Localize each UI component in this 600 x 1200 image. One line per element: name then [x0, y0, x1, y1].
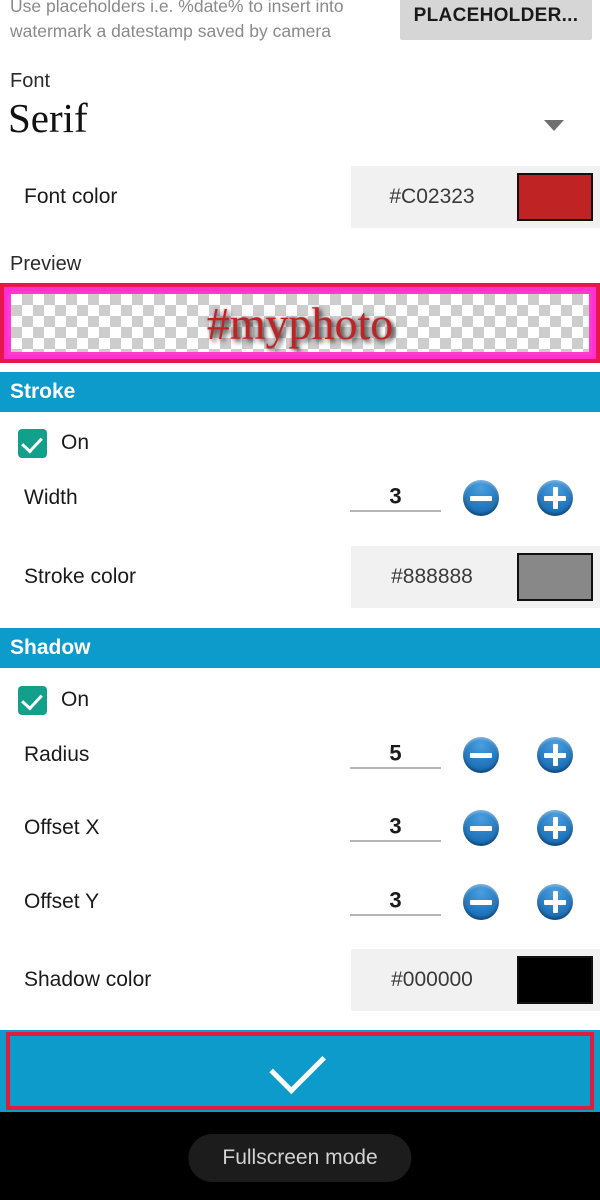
placeholder-hint-text: Use placeholders i.e. %date% to insert i… [10, 0, 344, 41]
transparency-checkerboard: #myphoto [11, 294, 589, 352]
stroke-section-header: Stroke [0, 372, 600, 412]
shadow-radius-value: 5 [389, 740, 402, 766]
input-underline [350, 510, 441, 512]
shadow-offset-x-decrement-button[interactable] [463, 810, 499, 846]
minus-icon [470, 752, 492, 758]
plus-icon-vertical [552, 891, 558, 913]
confirm-bar [0, 1030, 600, 1112]
shadow-offset-y-increment-button[interactable] [537, 884, 573, 920]
fullscreen-mode-toast: Fullscreen mode [188, 1134, 412, 1182]
confirm-button[interactable] [6, 1032, 594, 1110]
shadow-offset-y-input[interactable]: 3 [350, 887, 441, 916]
shadow-checkbox[interactable] [18, 685, 47, 715]
stroke-color-swatch[interactable] [517, 553, 593, 601]
shadow-section-title: Shadow [10, 636, 91, 659]
minus-icon [470, 825, 492, 831]
preview-inner-frame: #myphoto [8, 291, 592, 355]
input-underline [350, 767, 441, 769]
shadow-offset-x-label: Offset X [24, 816, 100, 839]
shadow-color-hex: #000000 [391, 968, 473, 991]
input-underline [350, 840, 441, 842]
stroke-width-row[interactable]: Width 3 [0, 470, 600, 526]
system-navigation-bar: Fullscreen mode [0, 1112, 600, 1200]
shadow-color-swatch[interactable] [517, 956, 593, 1004]
stroke-width-increment-button[interactable] [537, 480, 573, 516]
shadow-section-header: Shadow [0, 628, 600, 668]
placeholder-button[interactable]: PLACEHOLDER... [400, 0, 592, 40]
shadow-offset-x-increment-button[interactable] [537, 810, 573, 846]
shadow-offset-x-row[interactable]: Offset X 3 [0, 800, 600, 856]
font-label: Font [10, 70, 51, 92]
font-selector[interactable]: Font Serif [0, 66, 600, 156]
stroke-toggle-label: On [61, 431, 90, 454]
preview-area[interactable]: #myphoto [0, 283, 600, 363]
stroke-color-field[interactable]: #888888 [351, 546, 600, 608]
plus-icon-vertical [552, 487, 558, 509]
watermark-settings-screen: Use placeholders i.e. %date% to insert i… [0, 0, 600, 1200]
font-color-hex: #C02323 [389, 185, 475, 208]
stroke-color-row[interactable]: Stroke color #888888 [0, 546, 600, 608]
shadow-offset-x-value: 3 [389, 813, 402, 839]
stroke-color-label: Stroke color [24, 565, 137, 588]
shadow-offset-y-decrement-button[interactable] [463, 884, 499, 920]
font-color-row[interactable]: Font color #C02323 [0, 166, 600, 228]
shadow-radius-input[interactable]: 5 [350, 740, 441, 769]
input-underline [350, 914, 441, 916]
checkmark-icon [268, 1037, 326, 1094]
stroke-checkbox[interactable] [18, 428, 47, 458]
stroke-section-title: Stroke [10, 380, 76, 403]
shadow-color-row[interactable]: Shadow color #000000 [0, 949, 600, 1011]
preview-watermark-text: #myphoto [206, 297, 394, 349]
plus-icon-vertical [552, 817, 558, 839]
shadow-radius-decrement-button[interactable] [463, 737, 499, 773]
stroke-width-label: Width [24, 486, 78, 509]
shadow-offset-x-input[interactable]: 3 [350, 813, 441, 842]
stroke-width-decrement-button[interactable] [463, 480, 499, 516]
shadow-offset-y-row[interactable]: Offset Y 3 [0, 874, 600, 930]
shadow-radius-row[interactable]: Radius 5 [0, 727, 600, 783]
font-value: Serif [8, 95, 88, 141]
stroke-color-hex: #888888 [391, 565, 473, 588]
shadow-offset-y-value: 3 [389, 887, 402, 913]
hint-section: Use placeholders i.e. %date% to insert i… [0, 0, 600, 48]
minus-icon [470, 495, 492, 501]
plus-icon-vertical [552, 744, 558, 766]
stroke-toggle-row[interactable]: On [0, 419, 600, 467]
shadow-color-label: Shadow color [24, 968, 152, 991]
shadow-toggle-row[interactable]: On [0, 676, 600, 724]
shadow-color-field[interactable]: #000000 [351, 949, 600, 1011]
chevron-down-icon[interactable] [544, 120, 564, 131]
minus-icon [470, 899, 492, 905]
font-color-field[interactable]: #C02323 [351, 166, 600, 228]
preview-label: Preview [10, 253, 82, 275]
shadow-toggle-label: On [61, 688, 90, 711]
shadow-offset-y-label: Offset Y [24, 890, 100, 913]
shadow-radius-label: Radius [24, 743, 90, 766]
stroke-width-input[interactable]: 3 [350, 483, 441, 512]
font-color-label: Font color [24, 185, 118, 208]
shadow-radius-increment-button[interactable] [537, 737, 573, 773]
stroke-width-value: 3 [389, 483, 402, 509]
font-color-swatch[interactable] [517, 173, 593, 221]
